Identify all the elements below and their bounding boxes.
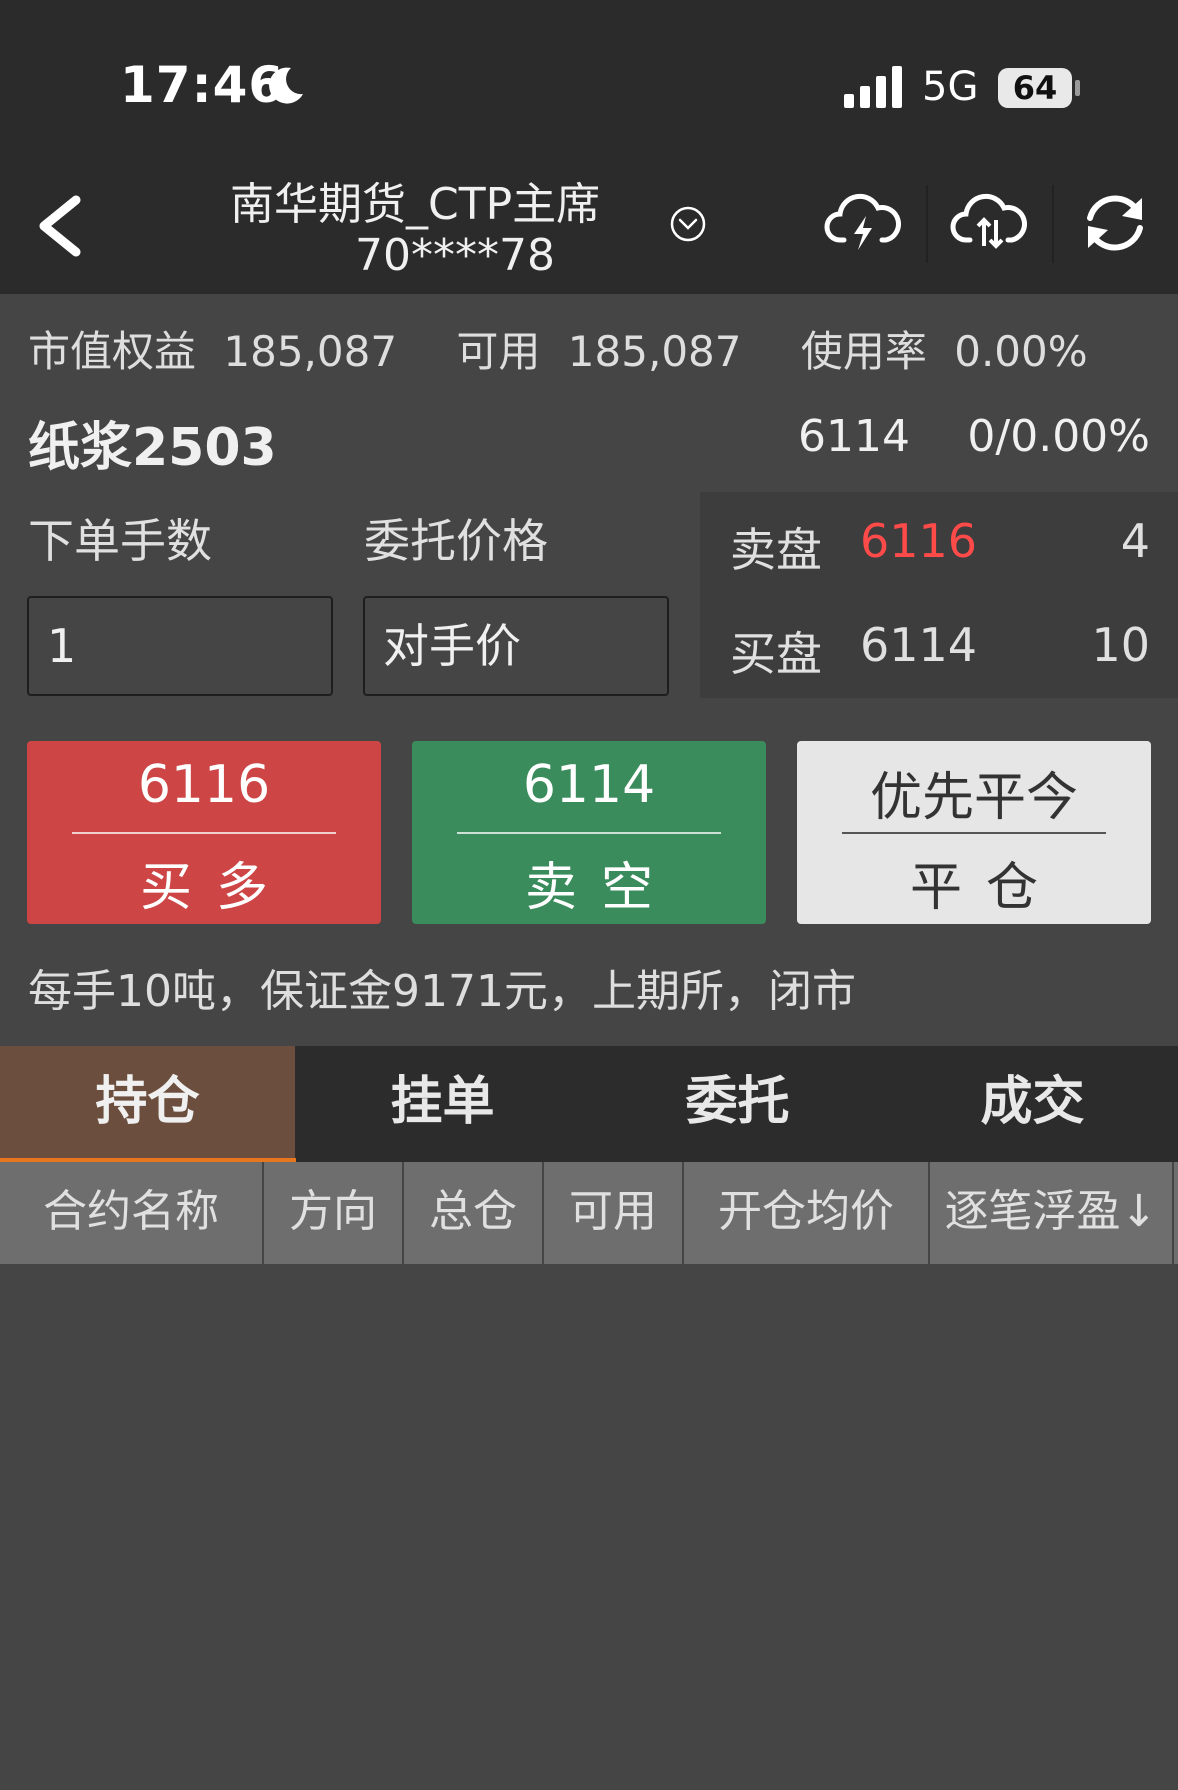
- bid-row[interactable]: 买盘 6114 10: [730, 618, 1150, 681]
- column-header-direction[interactable]: 方向: [264, 1162, 404, 1264]
- bid-price: 6114: [860, 618, 978, 672]
- contract-description: 每手10吨，保证金9171元，上期所，闭市: [28, 966, 856, 1017]
- cloud-lightning-icon[interactable]: [824, 188, 902, 258]
- status-time: 17:46: [120, 56, 285, 114]
- order-book: 卖盘 6116 4 买盘 6114 10: [700, 492, 1178, 698]
- battery-cap: [1075, 80, 1080, 96]
- back-icon[interactable]: [28, 190, 98, 260]
- ask-price: 6116: [860, 514, 978, 568]
- tab-trades[interactable]: 成交: [885, 1046, 1178, 1162]
- contract-row[interactable]: 纸浆2503 6114 0/0.00%: [28, 405, 1150, 478]
- close-priority: 优先平今: [869, 768, 1078, 828]
- battery-icon: 64: [998, 68, 1072, 108]
- signal-icon: [844, 66, 902, 108]
- button-divider: [842, 832, 1106, 834]
- bid-label: 买盘: [730, 627, 822, 681]
- button-divider: [457, 832, 721, 834]
- button-divider: [72, 832, 336, 834]
- account-number[interactable]: 70****78: [355, 230, 555, 281]
- sell-short-button[interactable]: 6114 卖空: [412, 741, 766, 924]
- toolbar-separator: [926, 185, 928, 263]
- quantity-input[interactable]: 1: [27, 596, 333, 696]
- tab-pending[interactable]: 挂单: [295, 1046, 590, 1162]
- tab-positions[interactable]: 持仓: [0, 1046, 295, 1162]
- tab-orders[interactable]: 委托: [590, 1046, 885, 1162]
- quantity-label: 下单手数: [28, 514, 212, 568]
- title-bar: 南华期货_CTP主席 70****78: [0, 150, 1178, 294]
- contract-name[interactable]: 纸浆2503: [28, 405, 277, 480]
- column-header-available[interactable]: 可用: [544, 1162, 684, 1264]
- status-bar: 17:46 5G 64: [0, 0, 1178, 150]
- close-label: 平仓: [909, 858, 1062, 918]
- cloud-sync-icon[interactable]: [950, 188, 1028, 258]
- column-header-contract[interactable]: 合约名称: [0, 1162, 264, 1264]
- price-label: 委托价格: [364, 514, 548, 568]
- ask-label: 卖盘: [730, 523, 822, 577]
- positions-table-header: 合约名称 方向 总仓 可用 开仓均价 逐笔浮盈↓: [0, 1162, 1178, 1264]
- close-position-button[interactable]: 优先平今 平仓: [797, 741, 1151, 924]
- account-summary: 市值权益 185,087 可用 185,087 使用率 0.00%: [28, 318, 1158, 379]
- ask-qty: 4: [1120, 514, 1150, 568]
- column-header-avg-price[interactable]: 开仓均价: [684, 1162, 930, 1264]
- price-change: 0/0.00%: [967, 411, 1150, 462]
- last-price: 6114: [798, 411, 910, 462]
- network-type: 5G: [922, 64, 979, 110]
- sell-label: 卖空: [524, 858, 677, 918]
- buy-label: 买多: [139, 858, 292, 918]
- chevron-down-icon[interactable]: [668, 204, 708, 244]
- moon-icon: [269, 67, 303, 104]
- column-header-total[interactable]: 总仓: [404, 1162, 544, 1264]
- column-header-float-pnl[interactable]: 逐笔浮盈↓: [930, 1162, 1174, 1264]
- bid-qty: 10: [1091, 618, 1150, 672]
- sell-price: 6114: [522, 755, 656, 815]
- broker-title[interactable]: 南华期货_CTP主席: [230, 168, 600, 232]
- ask-row[interactable]: 卖盘 6116 4: [730, 514, 1150, 577]
- toolbar-separator: [1052, 185, 1054, 263]
- usage-label: 使用率: [800, 327, 927, 376]
- available-value: 185,087: [567, 327, 742, 376]
- buy-price: 6116: [137, 755, 271, 815]
- usage-value: 0.00%: [954, 327, 1088, 376]
- equity-label: 市值权益: [28, 327, 197, 376]
- equity-value: 185,087: [223, 327, 398, 376]
- refresh-icon[interactable]: [1076, 188, 1154, 258]
- tab-bar: 持仓 挂单 委托 成交: [0, 1046, 1178, 1162]
- buy-long-button[interactable]: 6116 买多: [27, 741, 381, 924]
- price-input[interactable]: 对手价: [363, 596, 669, 696]
- available-label: 可用: [456, 327, 541, 376]
